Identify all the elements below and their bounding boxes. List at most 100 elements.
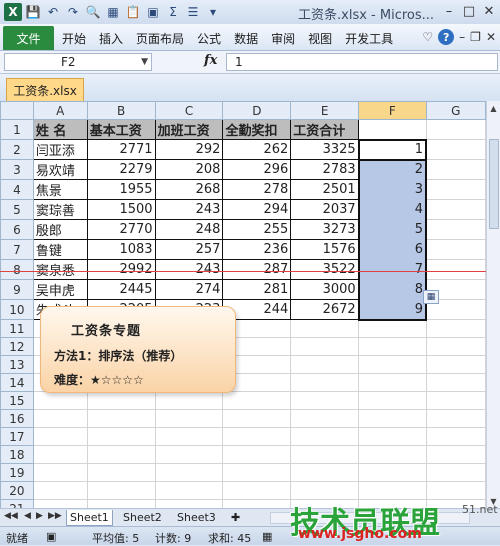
insert-sheet-icon[interactable]: ✚	[228, 510, 243, 526]
cell[interactable]	[425, 409, 486, 428]
value-cell[interactable]: 3325	[290, 139, 360, 160]
file-tab[interactable]: 文件	[3, 26, 54, 50]
collapse-ribbon-icon[interactable]: ♡	[422, 30, 433, 44]
value-cell[interactable]: 236	[222, 239, 292, 260]
cell[interactable]	[32, 499, 88, 508]
value-cell[interactable]: 255	[222, 219, 292, 240]
cell[interactable]	[358, 355, 427, 374]
tab-insert[interactable]: 插入	[99, 30, 123, 47]
align-icon[interactable]: ☰	[183, 2, 203, 22]
cell[interactable]	[425, 337, 486, 356]
close-button[interactable]: ✕	[478, 2, 500, 20]
cell[interactable]	[425, 427, 486, 446]
cell[interactable]	[86, 391, 156, 410]
cell[interactable]	[358, 337, 427, 356]
tab-home[interactable]: 开始	[62, 30, 86, 47]
cell[interactable]	[358, 409, 427, 428]
save-icon[interactable]: 💾	[23, 2, 43, 22]
cell[interactable]	[290, 391, 360, 410]
sheet-tab-sheet1[interactable]: Sheet1	[66, 510, 113, 526]
sequence-cell[interactable]: 5	[357, 219, 428, 240]
row-header[interactable]: 19	[0, 463, 34, 482]
cell[interactable]	[358, 427, 427, 446]
select-all-corner[interactable]	[0, 101, 34, 120]
name-cell[interactable]: 焦景	[32, 179, 88, 200]
cell[interactable]	[358, 391, 427, 410]
scroll-up-icon[interactable]: ▲	[487, 101, 500, 115]
cell[interactable]	[222, 445, 292, 464]
cell[interactable]	[425, 219, 486, 240]
cell[interactable]	[290, 355, 360, 374]
sheet-tab-sheet3[interactable]: Sheet3	[174, 510, 219, 526]
cell[interactable]	[425, 159, 486, 180]
value-cell[interactable]: 243	[154, 199, 224, 220]
cell[interactable]	[86, 409, 156, 428]
row-header[interactable]: 17	[0, 427, 34, 446]
cell[interactable]	[32, 481, 88, 500]
row-header[interactable]: 4	[0, 179, 34, 200]
cell[interactable]	[32, 409, 88, 428]
cell[interactable]	[154, 499, 224, 508]
prev-sheet-icon[interactable]: ◀	[24, 511, 31, 521]
cell[interactable]	[290, 319, 360, 338]
row-header[interactable]: 5	[0, 199, 34, 220]
column-header[interactable]: A	[32, 101, 88, 120]
cell[interactable]	[290, 373, 360, 392]
first-sheet-icon[interactable]: ◀◀	[4, 511, 18, 521]
value-cell[interactable]: 2783	[290, 159, 360, 180]
name-cell[interactable]: 闫亚添	[32, 139, 88, 160]
value-cell[interactable]: 243	[154, 259, 224, 280]
scroll-thumb[interactable]	[489, 139, 499, 229]
sequence-cell[interactable]: 1	[357, 138, 428, 161]
spreadsheet-grid[interactable]: A B C D E F G 1 姓 名 基本工资 加班工资 全勤奖扣 工资合计 …	[0, 101, 486, 508]
tab-developer[interactable]: 开发工具	[345, 30, 393, 47]
cell[interactable]	[290, 337, 360, 356]
cell[interactable]	[154, 481, 224, 500]
value-cell[interactable]: 262	[222, 139, 292, 160]
value-cell[interactable]: 2992	[86, 259, 156, 280]
value-cell[interactable]: 2279	[86, 159, 156, 180]
header-cell[interactable]: 全勤奖扣	[222, 119, 292, 140]
cell[interactable]	[86, 499, 156, 508]
cell[interactable]	[222, 499, 292, 508]
tab-formulas[interactable]: 公式	[197, 30, 221, 47]
cell[interactable]	[425, 119, 486, 140]
grid-icon[interactable]: ▣	[143, 2, 163, 22]
name-box[interactable]: F2 ▼	[4, 53, 152, 71]
cell[interactable]	[154, 463, 224, 482]
sequence-cell[interactable]: 7	[357, 259, 428, 280]
row-header[interactable]: 20	[0, 481, 34, 500]
normal-view-icon[interactable]: ▦	[262, 530, 272, 543]
value-cell[interactable]: 1576	[290, 239, 360, 260]
row-header[interactable]: 13	[0, 355, 34, 374]
cell[interactable]	[425, 179, 486, 200]
cell[interactable]	[425, 239, 486, 260]
column-header[interactable]: B	[86, 101, 156, 120]
cell[interactable]	[358, 319, 427, 338]
row-header[interactable]: 21	[0, 499, 34, 508]
cell[interactable]	[154, 409, 224, 428]
tab-review[interactable]: 审阅	[271, 30, 295, 47]
column-header[interactable]: D	[222, 101, 292, 120]
value-cell[interactable]: 296	[222, 159, 292, 180]
cell[interactable]	[358, 445, 427, 464]
row-header[interactable]: 14	[0, 373, 34, 392]
sequence-cell[interactable]: 6	[357, 239, 428, 260]
value-cell[interactable]: 3000	[290, 279, 360, 300]
column-header[interactable]: F	[358, 101, 427, 120]
name-cell[interactable]: 易欢靖	[32, 159, 88, 180]
workbook-tab[interactable]: 工资条.xlsx	[6, 78, 84, 101]
value-cell[interactable]: 1500	[86, 199, 156, 220]
cell[interactable]	[290, 445, 360, 464]
header-cell[interactable]: 工资合计	[290, 119, 360, 140]
row-header[interactable]: 9	[0, 279, 34, 300]
close-workbook-icon[interactable]: ✕	[486, 30, 496, 44]
undo-icon[interactable]: ↶	[43, 2, 63, 22]
value-cell[interactable]: 2501	[290, 179, 360, 200]
value-cell[interactable]: 278	[222, 179, 292, 200]
minimize-button[interactable]: –	[438, 2, 460, 20]
cell[interactable]	[86, 445, 156, 464]
cell[interactable]	[86, 481, 156, 500]
cell[interactable]	[32, 463, 88, 482]
cell[interactable]	[222, 409, 292, 428]
